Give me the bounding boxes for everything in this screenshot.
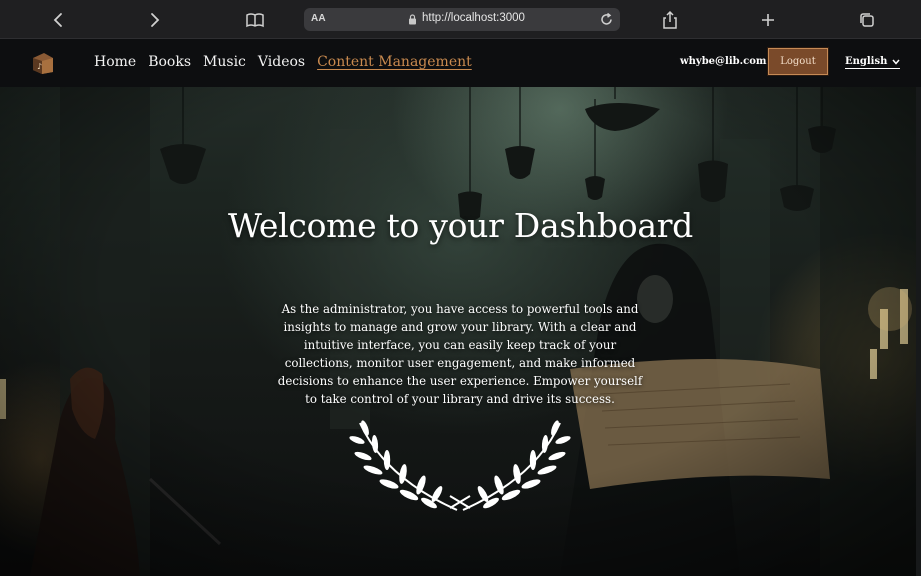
reader-aa-button[interactable]: AA [311, 13, 326, 24]
address-bar[interactable]: AA http://localhost:3000 [304, 8, 620, 31]
nav-books[interactable]: Books [148, 54, 191, 70]
language-select[interactable]: English [845, 56, 901, 69]
chevron-down-icon [892, 59, 900, 65]
scrollbar[interactable] [916, 87, 921, 576]
nav-music[interactable]: Music [203, 54, 246, 70]
share-icon[interactable] [658, 8, 682, 32]
bookmarks-icon[interactable] [243, 8, 267, 32]
user-email: whybe@lib.com [680, 56, 767, 67]
logout-button[interactable]: Logout [767, 47, 829, 76]
browser-toolbar: AA http://localhost:3000 [0, 0, 921, 39]
nav-content-management[interactable]: Content Management [317, 54, 472, 70]
lock-icon [409, 14, 416, 25]
hero-description: As the administrator, you have access to… [277, 302, 643, 406]
nav-home[interactable]: Home [94, 54, 136, 70]
nav-links: Home Books Music Videos Content Manageme… [94, 54, 484, 70]
nav-videos[interactable]: Videos [258, 54, 305, 70]
tabs-icon[interactable] [855, 8, 879, 32]
language-label: English [845, 56, 888, 67]
page-title: Welcome to your Dashboard [227, 206, 693, 245]
laurel-icon [349, 420, 571, 511]
forward-icon[interactable] [143, 8, 167, 32]
back-icon[interactable] [46, 8, 70, 32]
site-navbar: ♪ Home Books Music Videos Content Manage… [0, 39, 921, 87]
url-text: http://localhost:3000 [422, 12, 525, 24]
logo-icon[interactable]: ♪ [30, 50, 56, 76]
reload-icon[interactable] [599, 12, 614, 27]
svg-text:♪: ♪ [37, 62, 42, 71]
new-tab-icon[interactable] [756, 8, 780, 32]
